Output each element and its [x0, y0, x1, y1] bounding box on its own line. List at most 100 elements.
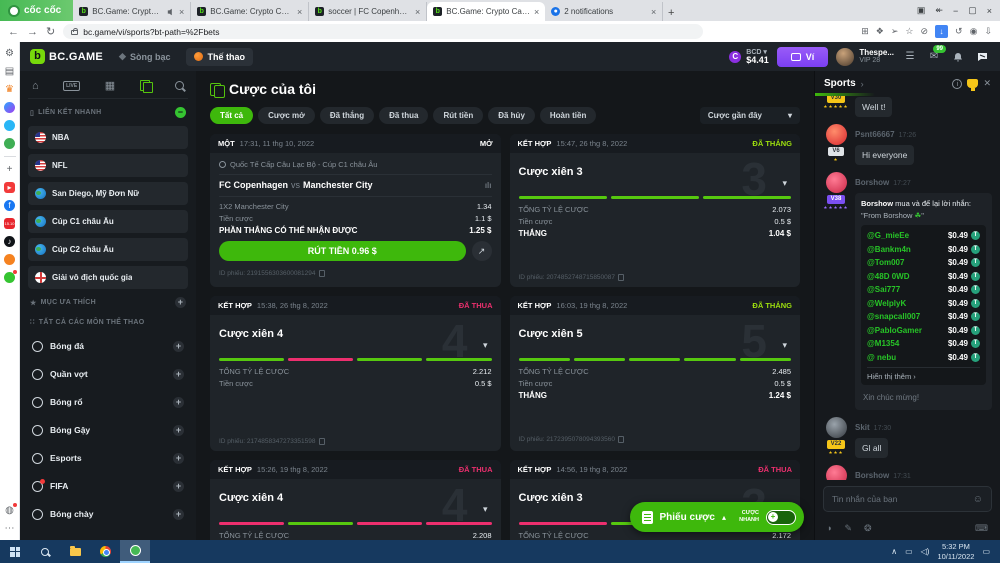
- chat-username[interactable]: Skit17:30: [855, 423, 891, 432]
- bet-card-parlay[interactable]: KẾT HỢP 15:47, 26 thg 8, 2022 ĐÃ THẮNG C…: [510, 134, 801, 287]
- bet-card-parlay[interactable]: KẾT HỢP 16:03, 19 thg 8, 2022 ĐÃ THẮNG C…: [510, 296, 801, 451]
- bcgame-logo[interactable]: b BC.GAME: [30, 49, 103, 64]
- reload-icon[interactable]: ↻: [46, 25, 55, 38]
- tip-recipient[interactable]: @PabloGamer: [867, 326, 948, 335]
- sport-item[interactable]: Bóng Gậy +: [28, 418, 188, 442]
- user-profile[interactable]: Thespe... VIP 28: [836, 48, 894, 66]
- action-center-icon[interactable]: ▭: [982, 547, 990, 556]
- nav-casino[interactable]: ◆ Sòng bạc: [111, 47, 178, 66]
- file-explorer-icon[interactable]: [60, 540, 90, 563]
- clock[interactable]: 5:32 PM 10/11/2022: [937, 542, 974, 561]
- tip-recipient[interactable]: @Tom007: [867, 258, 948, 267]
- tab-close-icon[interactable]: ×: [534, 7, 539, 17]
- copy-icon[interactable]: [618, 274, 624, 281]
- crown-icon[interactable]: ♛: [4, 84, 15, 95]
- save-page-icon[interactable]: ⊞: [861, 26, 869, 37]
- bookmark-star-icon[interactable]: ☆: [905, 26, 913, 37]
- browser-tab-5[interactable]: ● 2 notifications ×: [545, 2, 663, 21]
- sport-item[interactable]: Bóng chày +: [28, 502, 188, 526]
- bet-card-parlay[interactable]: KẾT HỢP 15:38, 26 thg 8, 2022 ĐÃ THUA Cư…: [210, 296, 501, 451]
- quick-link-item[interactable]: Giải vô địch quốc gia: [28, 266, 188, 289]
- schedule-icon[interactable]: ▦: [105, 79, 115, 92]
- nav-sports[interactable]: Thế thao: [186, 48, 253, 66]
- browser-tab-2[interactable]: b BC.Game: Crypto Casino Gan ×: [191, 2, 309, 21]
- copy-icon[interactable]: [319, 270, 325, 277]
- wallet-button[interactable]: Ví: [777, 47, 829, 67]
- quick-link-item[interactable]: Cúp C1 châu Âu: [28, 210, 188, 233]
- share-ext-icon[interactable]: ➢: [891, 26, 899, 37]
- filter-pill[interactable]: Đã thắng: [320, 107, 374, 124]
- filter-pill[interactable]: Cược mở: [258, 107, 315, 124]
- adblock-icon[interactable]: ⊘: [921, 26, 929, 37]
- address-bar[interactable]: bc.game/vi/sports?bt-path=%2Fbets: [63, 24, 703, 39]
- avatar[interactable]: [826, 417, 847, 438]
- settings-gear-icon[interactable]: ⚙: [4, 48, 15, 59]
- avatar[interactable]: [826, 172, 847, 193]
- trophy-icon[interactable]: [967, 79, 978, 88]
- chat-input[interactable]: Tin nhắn của bạn ☺: [823, 486, 992, 512]
- new-tab-button[interactable]: +: [663, 5, 679, 21]
- sort-dropdown[interactable]: Cược gần đây ▾: [700, 107, 800, 124]
- browser-tab-3[interactable]: b soccer | FC Copenhagen vs M ×: [309, 2, 427, 21]
- chat-tab-sports[interactable]: Sports: [824, 78, 856, 89]
- start-button[interactable]: [0, 540, 30, 563]
- expand-sport-button[interactable]: +: [173, 481, 184, 492]
- tip-recipient[interactable]: @Bankm4n: [867, 245, 948, 254]
- filter-pill[interactable]: Tất cả: [210, 107, 253, 124]
- sync-icon[interactable]: ↺: [955, 26, 963, 37]
- youtube-icon[interactable]: ▸: [4, 182, 15, 193]
- tab-close-icon[interactable]: ×: [179, 7, 184, 17]
- speaker-icon[interactable]: [167, 8, 175, 16]
- minimize-button[interactable]: −: [953, 6, 958, 16]
- cashout-button[interactable]: RÚT TIỀN 0.96 $: [219, 241, 466, 261]
- expand-sport-button[interactable]: +: [173, 397, 184, 408]
- taskbar-search-icon[interactable]: [30, 540, 60, 563]
- collapse-button[interactable]: −: [175, 107, 186, 118]
- expand-sport-button[interactable]: +: [173, 425, 184, 436]
- betslip-button[interactable]: Phiếu cược ▴ CƯỢC NHANH +: [630, 502, 805, 532]
- chevron-down-icon[interactable]: ▾: [782, 340, 787, 351]
- sport-item[interactable]: Quần vợt +: [28, 362, 188, 386]
- facebook-icon[interactable]: f: [4, 200, 15, 211]
- messenger-icon[interactable]: [4, 102, 15, 113]
- expand-sport-button[interactable]: +: [173, 341, 184, 352]
- expand-sport-button[interactable]: +: [173, 453, 184, 464]
- browser-tab-1[interactable]: b BC.Game: Crypto Casino ×: [73, 2, 191, 21]
- tab-search-icon[interactable]: ▣: [917, 5, 926, 16]
- add-shortcut-icon[interactable]: +: [4, 164, 15, 175]
- filter-pill[interactable]: Đã thua: [379, 107, 428, 124]
- my-bets-icon[interactable]: [140, 80, 151, 91]
- sport-item[interactable]: Bóng rổ +: [28, 390, 188, 414]
- quick-link-item[interactable]: NFL: [28, 154, 188, 177]
- volume-icon[interactable]: ◁): [921, 547, 930, 556]
- tab-close-icon[interactable]: ×: [415, 7, 420, 17]
- home-icon[interactable]: ⌂: [32, 80, 39, 92]
- downloads-tray-icon[interactable]: ⇩: [984, 26, 992, 37]
- forward-icon[interactable]: →: [27, 26, 38, 38]
- balance-dropdown[interactable]: C BCD ▾ $4.41: [729, 49, 769, 65]
- avatar[interactable]: [826, 124, 847, 145]
- avatar[interactable]: [826, 465, 847, 480]
- filter-pill[interactable]: Hoàn tiền: [540, 107, 596, 124]
- chrome-icon[interactable]: [90, 540, 120, 563]
- search-icon[interactable]: [175, 81, 184, 90]
- copy-icon[interactable]: [319, 438, 325, 445]
- moderation-icon[interactable]: ❂: [864, 523, 872, 534]
- back-icon[interactable]: ←: [8, 26, 19, 38]
- rain-tip-icon[interactable]: ◗: [827, 523, 832, 533]
- newsfeed-icon[interactable]: ▤: [4, 66, 15, 77]
- chevron-down-icon[interactable]: ▾: [782, 178, 787, 189]
- filter-pill[interactable]: Đã hủy: [488, 107, 535, 124]
- browser-tab-4-active[interactable]: b BC.Game: Crypto Casino Gan ×: [427, 2, 545, 21]
- profile-icon[interactable]: ◉: [970, 26, 978, 37]
- close-chat-icon[interactable]: ✕: [983, 78, 991, 89]
- bet-list-icon[interactable]: ☰: [902, 51, 918, 62]
- bet-card-parlay[interactable]: KẾT HỢP 15:26, 19 thg 8, 2022 ĐÃ THUA Cư…: [210, 460, 501, 540]
- shop-sale-icon[interactable]: 15.10: [4, 218, 15, 229]
- bet-card-single[interactable]: MỘT 17:31, 11 thg 10, 2022 MỞ Quốc Tế Cấ…: [210, 134, 501, 287]
- games-icon[interactable]: [4, 138, 15, 149]
- chevron-down-icon[interactable]: ▾: [483, 504, 488, 515]
- bell-icon[interactable]: [950, 52, 966, 62]
- mail-icon[interactable]: ✉99: [926, 51, 942, 62]
- tip-recipient[interactable]: @48D 0WD: [867, 272, 948, 281]
